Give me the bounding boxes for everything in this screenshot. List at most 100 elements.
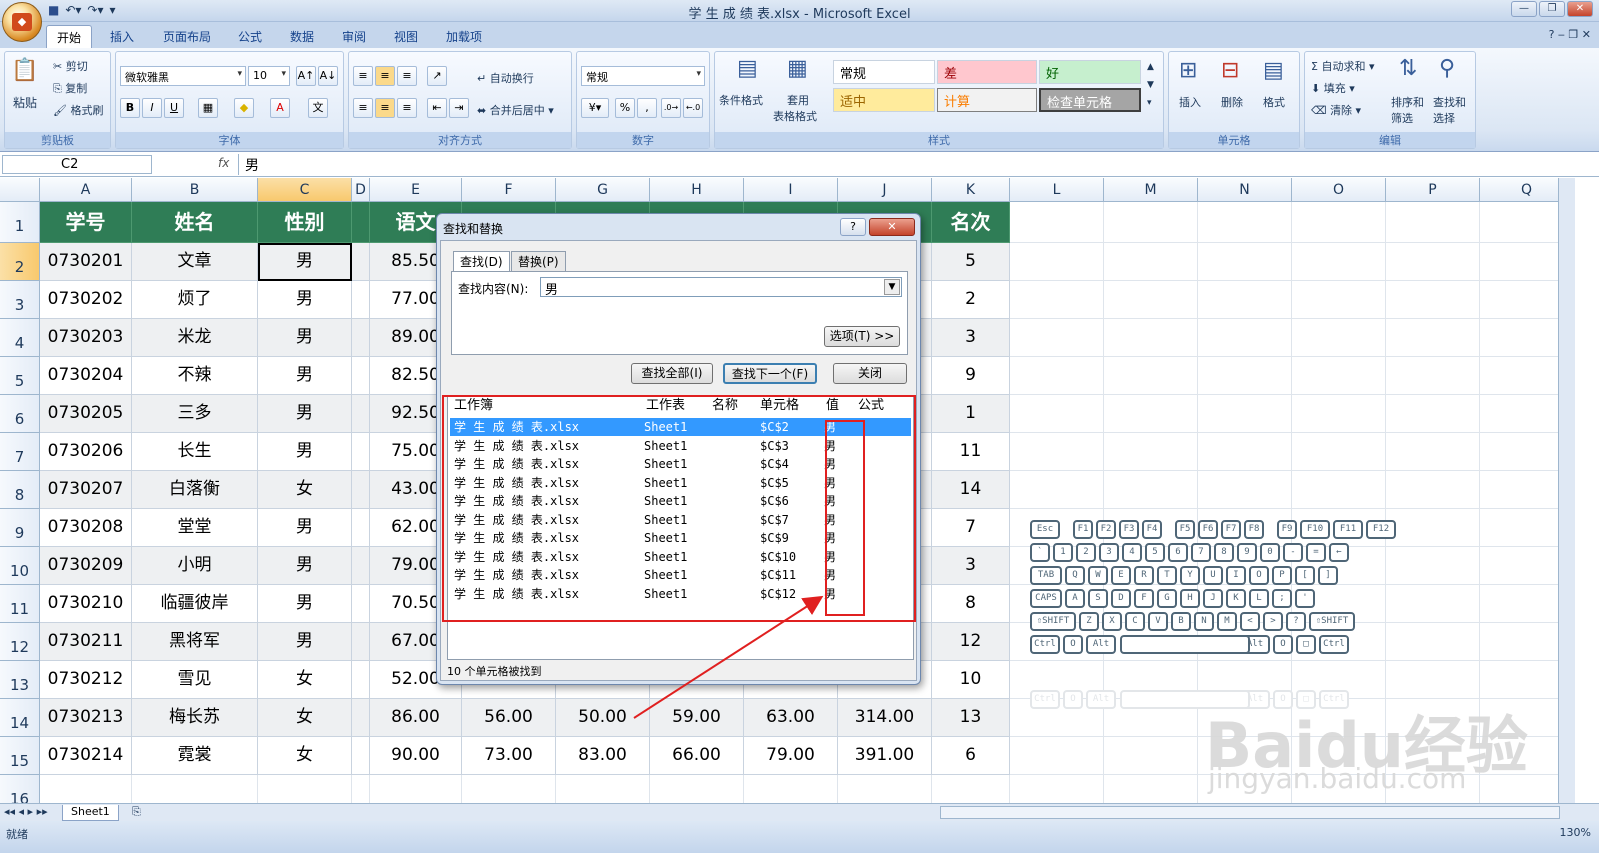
result-row[interactable]: 学 生 成 绩 表.xlsx Sheet1 $C$12 男: [450, 585, 911, 603]
minimize-button[interactable]: —: [1511, 1, 1537, 17]
table-cell[interactable]: 女: [258, 471, 352, 509]
table-cell[interactable]: 0730202: [40, 281, 132, 319]
row-header-9[interactable]: 9: [0, 509, 40, 547]
col-value[interactable]: 值: [826, 396, 839, 416]
table-cell[interactable]: [352, 357, 370, 395]
style-normal[interactable]: 常规: [833, 60, 935, 84]
row-header-6[interactable]: 6: [0, 395, 40, 433]
shrink-font-button[interactable]: A↓: [318, 66, 338, 86]
table-cell[interactable]: 0730201: [40, 243, 132, 281]
result-row[interactable]: 学 生 成 绩 表.xlsx Sheet1 $C$9 男: [450, 529, 911, 547]
percent-button[interactable]: %: [615, 98, 635, 118]
table-cell[interactable]: 63.00: [744, 699, 838, 737]
grow-font-button[interactable]: A↑: [296, 66, 316, 86]
increase-decimal-icon[interactable]: .0→: [661, 98, 681, 118]
row-header-10[interactable]: 10: [0, 547, 40, 585]
table-cell[interactable]: [352, 509, 370, 547]
style-check-cell[interactable]: 检查单元格: [1039, 88, 1141, 112]
tab-replace[interactable]: 替换(P): [511, 251, 566, 271]
sort-filter-icon[interactable]: ⇅: [1399, 56, 1417, 81]
result-row[interactable]: 学 生 成 绩 表.xlsx Sheet1 $C$7 男: [450, 511, 911, 529]
underline-button[interactable]: U: [164, 98, 184, 118]
align-bottom-icon[interactable]: ≡: [397, 66, 417, 86]
table-cell[interactable]: 391.00: [838, 737, 932, 775]
table-cell[interactable]: 56.00: [462, 699, 556, 737]
paste-button[interactable]: 粘贴: [13, 94, 37, 111]
select-all-corner[interactable]: [0, 178, 40, 202]
column-header-f[interactable]: F: [462, 178, 556, 202]
table-cell[interactable]: [352, 471, 370, 509]
table-cell[interactable]: 13: [932, 699, 1010, 737]
result-row[interactable]: 学 生 成 绩 表.xlsx Sheet1 $C$2 男: [450, 418, 911, 436]
align-center-icon[interactable]: ≡: [375, 98, 395, 118]
column-header-d[interactable]: D: [352, 178, 370, 202]
tab-insert[interactable]: 插入: [100, 25, 144, 48]
zoom-level[interactable]: 130%: [1560, 826, 1591, 839]
table-cell[interactable]: 男: [258, 433, 352, 471]
tab-review[interactable]: 审阅: [332, 25, 376, 48]
restore-button[interactable]: ❐: [1539, 1, 1565, 17]
table-cell[interactable]: 0730208: [40, 509, 132, 547]
column-header-a[interactable]: A: [40, 178, 132, 202]
find-select-label2[interactable]: 选择: [1433, 110, 1455, 126]
style-good[interactable]: 好: [1039, 60, 1141, 84]
table-cell[interactable]: [352, 661, 370, 699]
table-cell[interactable]: 3: [932, 547, 1010, 585]
tab-page-layout[interactable]: 页面布局: [153, 25, 221, 48]
row-header-13[interactable]: 13: [0, 661, 40, 699]
dialog-close-x-button[interactable]: ✕: [869, 218, 915, 236]
table-cell[interactable]: 文章: [132, 243, 258, 281]
format-cells-button[interactable]: 格式: [1263, 94, 1285, 110]
table-cell[interactable]: 50.00: [556, 699, 650, 737]
table-cell[interactable]: 男: [258, 623, 352, 661]
table-cell[interactable]: [352, 699, 370, 737]
result-row[interactable]: 学 生 成 绩 表.xlsx Sheet1 $C$11 男: [450, 566, 911, 584]
table-cell[interactable]: 90.00: [370, 737, 462, 775]
find-what-input[interactable]: 男 ▼: [540, 277, 902, 298]
table-cell[interactable]: 7: [932, 509, 1010, 547]
table-cell[interactable]: [352, 243, 370, 281]
insert-cells-icon[interactable]: ⊞: [1179, 58, 1197, 83]
table-format-label1[interactable]: 套用: [787, 92, 809, 108]
sheet-nav-icons[interactable]: ◂◂ ◂ ▸ ▸▸: [4, 805, 48, 818]
table-cell[interactable]: [352, 281, 370, 319]
table-cell[interactable]: 0730207: [40, 471, 132, 509]
find-history-dropdown-icon[interactable]: ▼: [884, 279, 900, 295]
align-right-icon[interactable]: ≡: [397, 98, 417, 118]
sort-filter-label1[interactable]: 排序和: [1391, 94, 1424, 110]
table-cell[interactable]: [352, 737, 370, 775]
column-header-g[interactable]: G: [556, 178, 650, 202]
close-window-button[interactable]: ✕: [1567, 1, 1593, 17]
result-row[interactable]: 学 生 成 绩 表.xlsx Sheet1 $C$6 男: [450, 492, 911, 510]
close-button[interactable]: 关闭: [833, 363, 907, 384]
table-cell[interactable]: 3: [932, 319, 1010, 357]
table-cell[interactable]: 堂堂: [132, 509, 258, 547]
table-cell[interactable]: 79.00: [744, 737, 838, 775]
bold-button[interactable]: B: [120, 98, 140, 118]
find-all-button[interactable]: 查找全部(I): [631, 363, 713, 384]
table-cell[interactable]: [352, 623, 370, 661]
wrap-text-button[interactable]: ↵ 自动换行: [477, 70, 534, 86]
help-button[interactable]: ?: [840, 218, 866, 236]
decrease-indent-icon[interactable]: ⇤: [427, 98, 447, 118]
merge-center-button[interactable]: ⬌ 合并后居中 ▾: [477, 102, 554, 118]
table-format-label2[interactable]: 表格格式: [773, 108, 817, 124]
table-cell[interactable]: 314.00: [838, 699, 932, 737]
table-cell[interactable]: 雪见: [132, 661, 258, 699]
ribbon-window-controls[interactable]: ? ‒ ❐ ✕: [1549, 28, 1591, 41]
table-cell[interactable]: [352, 433, 370, 471]
table-header-cell[interactable]: 姓名: [132, 202, 258, 243]
result-row[interactable]: 学 生 成 绩 表.xlsx Sheet1 $C$5 男: [450, 474, 911, 492]
table-cell[interactable]: 0730213: [40, 699, 132, 737]
col-formula[interactable]: 公式: [858, 396, 884, 416]
row-header-5[interactable]: 5: [0, 357, 40, 395]
row-header-7[interactable]: 7: [0, 433, 40, 471]
tab-addins[interactable]: 加载项: [436, 25, 492, 48]
font-color-icon[interactable]: A: [270, 98, 290, 118]
table-cell[interactable]: 14: [932, 471, 1010, 509]
border-icon[interactable]: ▦: [198, 98, 218, 118]
table-cell[interactable]: 6: [932, 737, 1010, 775]
table-cell[interactable]: 8: [932, 585, 1010, 623]
conditional-format-button[interactable]: 条件格式: [719, 92, 763, 108]
table-cell[interactable]: 2: [932, 281, 1010, 319]
